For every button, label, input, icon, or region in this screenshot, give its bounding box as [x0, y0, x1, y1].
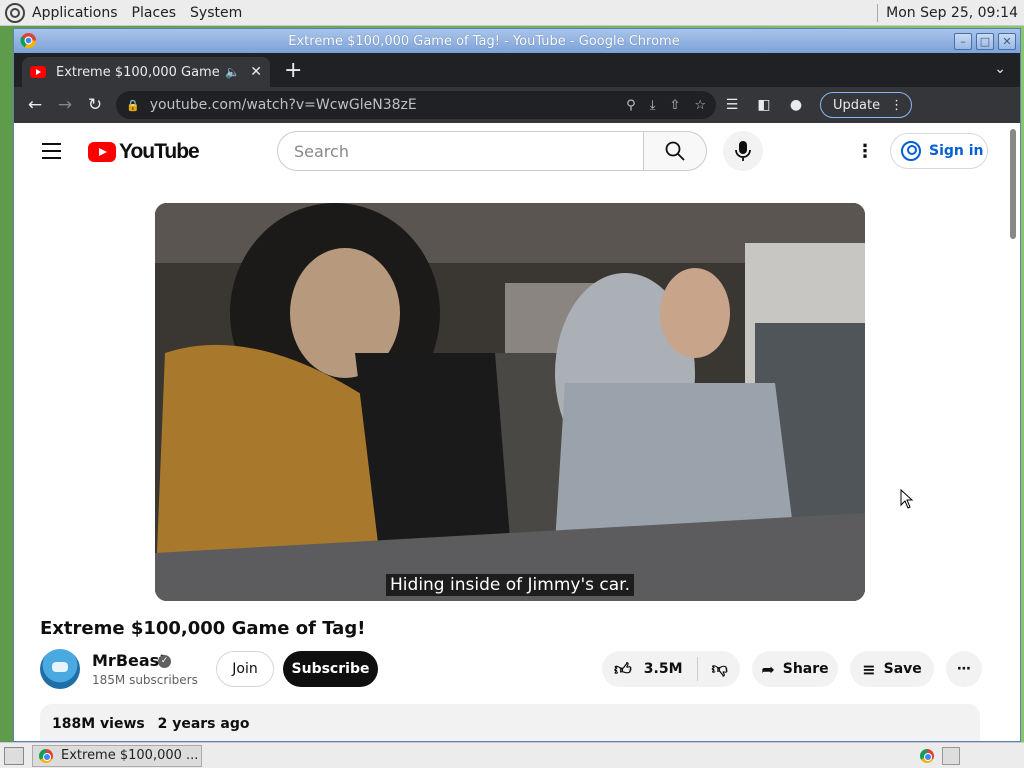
description-box[interactable]: 188M views 2 years ago: [40, 704, 980, 741]
page-scrollbar[interactable]: [1006, 123, 1020, 741]
system-logo-icon[interactable]: [4, 2, 26, 24]
account-circle-icon: [901, 141, 921, 161]
youtube-header: YouTube Search ⋮ Sign in: [14, 123, 1020, 181]
sign-in-button[interactable]: Sign in: [890, 133, 988, 169]
menu-places[interactable]: Places: [132, 5, 177, 21]
video-caption: Hiding inside of Jimmy's car.: [155, 574, 865, 596]
window-title: Extreme $100,000 Game of Tag! - YouTube …: [288, 33, 680, 49]
taskbar-window-label: Extreme $100,000 ...: [61, 748, 199, 763]
side-panel-icon[interactable]: ◧: [748, 97, 780, 113]
install-icon[interactable]: ⤓: [650, 98, 656, 113]
share-icon[interactable]: ⇧: [669, 98, 680, 113]
caption-text: Hiding inside of Jimmy's car.: [386, 574, 634, 596]
menu-applications[interactable]: Applications: [32, 5, 118, 21]
window-titlebar[interactable]: Extreme $100,000 Game of Tag! - YouTube …: [14, 29, 1020, 53]
browser-toolbar: ← → ↻ 🔒 youtube.com/watch?v=WcwGleN38zE …: [14, 87, 1020, 123]
youtube-favicon-icon: [30, 66, 46, 78]
mouse-cursor-icon: [900, 489, 914, 509]
minimize-button[interactable]: –: [954, 32, 972, 50]
update-button[interactable]: Update ⋮: [820, 92, 913, 118]
chrome-tray-icon[interactable]: [920, 748, 934, 763]
join-button[interactable]: Join: [216, 651, 274, 687]
share-label: Share: [782, 661, 829, 677]
reload-button[interactable]: ↻: [80, 95, 110, 115]
video-frame-image: [155, 203, 865, 601]
chrome-icon: [39, 748, 53, 763]
taskbar-window-button[interactable]: Extreme $100,000 ...: [32, 744, 202, 767]
save-button[interactable]: ≡ Save: [850, 651, 934, 687]
url-text[interactable]: youtube.com/watch?v=WcwGleN38zE: [150, 97, 612, 113]
search-input[interactable]: Search: [277, 131, 644, 171]
search-icon: [665, 141, 685, 161]
lock-icon[interactable]: 🔒: [126, 99, 140, 112]
channel-avatar[interactable]: [40, 649, 80, 689]
menu-system[interactable]: System: [190, 5, 242, 21]
system-tray: [920, 746, 966, 765]
chrome-menu-icon[interactable]: ⋮: [890, 98, 903, 113]
subscribe-button[interactable]: Subscribe: [283, 651, 378, 687]
playlist-add-icon: ≡: [862, 659, 876, 679]
panel-separator: [877, 3, 879, 22]
tab-title: Extreme $100,000 Game of Tag! - YouTube: [56, 64, 220, 80]
scrollbar-thumb[interactable]: [1010, 129, 1016, 239]
share-button[interactable]: ➦ Share: [752, 651, 838, 687]
youtube-logo-text: YouTube: [119, 140, 200, 163]
dislike-button[interactable]: 👎︎: [698, 659, 728, 679]
view-count: 188M views: [52, 716, 145, 732]
maximize-button[interactable]: □: [976, 32, 994, 50]
video-owner-row: MrBeast ✓ 185M subscribers Join Subscrib…: [40, 649, 982, 691]
show-desktop-icon[interactable]: [4, 746, 24, 765]
tab-strip: Extreme $100,000 Game of Tag! - YouTube …: [14, 53, 1020, 87]
search-button[interactable]: [644, 131, 707, 171]
more-horizontal-icon: ⋯: [957, 661, 971, 677]
close-window-button[interactable]: ✕: [998, 32, 1016, 50]
microphone-icon: [735, 141, 751, 161]
youtube-page: YouTube Search ⋮ Sign in Hiding inside o…: [14, 123, 1020, 741]
chrome-icon: [20, 32, 37, 49]
settings-more-icon[interactable]: ⋮: [856, 141, 874, 162]
desktop-top-panel: Applications Places System Mon Sep 25, 0…: [0, 0, 1024, 26]
tab-search-chevron-icon[interactable]: ⌄: [994, 61, 1006, 77]
verified-check-icon: ✓: [158, 655, 171, 668]
channel-name[interactable]: MrBeast: [92, 651, 167, 670]
address-bar[interactable]: 🔒 youtube.com/watch?v=WcwGleN38zE ⚲ ⤓ ⇧ …: [116, 91, 716, 119]
voice-search-button[interactable]: [723, 131, 763, 171]
video-title: Extreme $100,000 Game of Tag!: [40, 618, 366, 639]
guide-menu-icon[interactable]: [42, 143, 61, 164]
more-actions-button[interactable]: ⋯: [946, 651, 982, 687]
zoom-search-icon[interactable]: ⚲: [626, 98, 636, 113]
browser-tab[interactable]: Extreme $100,000 Game of Tag! - YouTube …: [22, 57, 270, 87]
youtube-logo[interactable]: YouTube: [88, 140, 200, 164]
like-button[interactable]: 👍︎ 3.5M: [602, 657, 698, 681]
back-button[interactable]: ←: [20, 95, 50, 115]
new-tab-button[interactable]: +: [284, 58, 302, 83]
video-player[interactable]: Hiding inside of Jimmy's car.: [155, 203, 865, 601]
profile-icon[interactable]: ●: [780, 97, 812, 113]
thumbs-up-icon: 👍︎: [614, 659, 632, 680]
close-tab-icon[interactable]: ✕: [250, 64, 262, 80]
bookmark-star-icon[interactable]: ☆: [694, 98, 706, 113]
search-bar: Search: [277, 131, 707, 171]
media-controls-icon[interactable]: ☰: [716, 97, 748, 113]
clock[interactable]: Mon Sep 25, 09:14: [886, 5, 1018, 21]
update-label: Update: [833, 97, 881, 113]
forward-button[interactable]: →: [50, 95, 80, 115]
workspace-switcher-icon[interactable]: [942, 746, 960, 765]
upload-age: 2 years ago: [157, 716, 250, 732]
save-label: Save: [883, 661, 922, 677]
like-count: 3.5M: [643, 661, 683, 677]
youtube-play-logo-icon: [88, 142, 116, 162]
browser-window: Extreme $100,000 Game of Tag! - YouTube …: [13, 28, 1021, 742]
desktop-taskbar: Extreme $100,000 ...: [0, 742, 1024, 768]
audio-playing-icon[interactable]: 🔈: [225, 65, 240, 79]
subscriber-count: 185M subscribers: [92, 673, 198, 687]
like-dislike-group: 👍︎ 3.5M 👎︎: [602, 651, 740, 687]
sign-in-label: Sign in: [929, 143, 984, 159]
share-arrow-icon: ➦: [761, 659, 775, 679]
